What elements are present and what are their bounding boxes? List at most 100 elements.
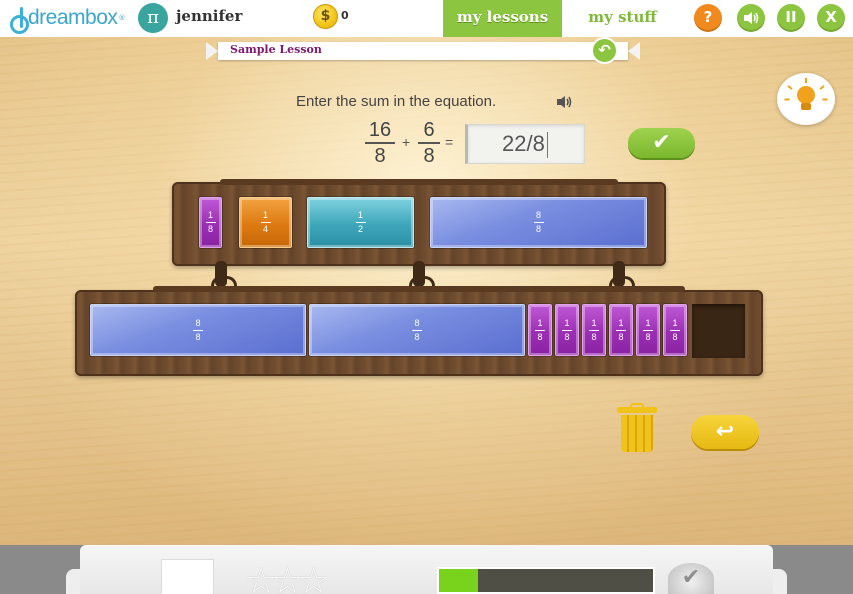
tile-denominator: 8	[591, 331, 597, 342]
tile-numerator: 8	[195, 317, 201, 328]
trash-icon[interactable]	[617, 403, 657, 452]
tile-numerator: 1	[564, 317, 570, 328]
tile-denominator: 8	[645, 331, 651, 342]
speaker-icon[interactable]	[556, 95, 574, 109]
tile-denominator: 8	[535, 224, 541, 234]
fraction-tile-one-half[interactable]: 12	[307, 197, 414, 248]
help-button[interactable]: ?	[694, 4, 722, 32]
tab-my-lessons[interactable]: my lessons	[443, 0, 562, 37]
empty-slot	[692, 304, 745, 358]
check-answer-button[interactable]: ✔	[628, 128, 695, 158]
done-check-icon: ✔	[668, 563, 714, 594]
brand-trademark: ®	[118, 14, 126, 22]
tile-denominator: 2	[357, 224, 363, 234]
username: jennifer	[176, 7, 243, 25]
tile-numerator: 8	[535, 210, 541, 220]
tile-numerator: 8	[414, 317, 420, 328]
tile-bar	[535, 329, 545, 331]
equals-sign: =	[445, 134, 454, 150]
coin-count: 0	[341, 9, 349, 22]
tile-numerator: 1	[537, 317, 543, 328]
lesson-thumbnail	[161, 559, 214, 594]
placed-tile-one-eighth[interactable]: 18	[636, 304, 660, 356]
tile-bar	[193, 329, 203, 331]
tile-bar	[589, 329, 599, 331]
tile-bar	[260, 222, 271, 223]
tile-denominator: 8	[618, 331, 624, 342]
text-caret	[546, 132, 548, 159]
fraction-left: 16 8	[365, 119, 395, 167]
tile-bar	[412, 329, 422, 331]
tile-denominator: 8	[564, 331, 570, 342]
avatar-pi-icon[interactable]: π	[138, 3, 168, 33]
lesson-title-ribbon: Sample Lesson ↶	[218, 37, 628, 64]
fraction-bar	[365, 142, 395, 144]
placed-tile-one-eighth[interactable]: 18	[528, 304, 552, 356]
placed-tile-one-eighth[interactable]: 18	[609, 304, 633, 356]
lightbulb-base	[801, 103, 811, 110]
shelf-hook	[609, 261, 635, 289]
fraction-left-denominator: 8	[374, 144, 386, 167]
trash-lid	[617, 407, 657, 413]
lightbulb-ray	[819, 85, 825, 90]
tile-bar	[670, 329, 680, 331]
fraction-right-denominator: 8	[423, 144, 435, 167]
tile-numerator: 1	[262, 210, 268, 220]
tile-numerator: 1	[357, 210, 363, 220]
tile-denominator: 8	[414, 331, 420, 342]
tile-numerator: 1	[207, 210, 213, 220]
tile-denominator: 4	[262, 224, 268, 234]
shelf-hook	[409, 261, 435, 289]
answer-input[interactable]: 22/8	[465, 124, 585, 164]
speaker-icon	[744, 12, 759, 24]
progress-bar	[437, 567, 655, 594]
fraction-right-numerator: 6	[423, 119, 435, 141]
lightbulb-ray	[822, 98, 828, 101]
fraction-tile-eight-eighths[interactable]: 88	[430, 197, 647, 248]
lesson-title: Sample Lesson	[230, 43, 322, 56]
lightbulb-ray	[784, 98, 790, 101]
close-button[interactable]: X	[817, 4, 845, 32]
top-bar: dreambox ® π jennifer $ 0 my lessons my …	[0, 0, 853, 37]
tile-bar	[533, 222, 544, 223]
pause-button[interactable]: II	[777, 4, 805, 32]
tile-bar	[355, 222, 366, 223]
coin-icon: $	[313, 4, 338, 29]
bottom-bar: ☆☆☆ ✔	[0, 545, 853, 594]
tile-numerator: 1	[618, 317, 624, 328]
fraction-right: 6 8	[418, 119, 440, 167]
tile-denominator: 8	[537, 331, 543, 342]
fraction-left-numerator: 16	[368, 119, 392, 141]
progress-bar-fill	[439, 569, 478, 592]
fraction-tile-one-quarter[interactable]: 14	[239, 197, 292, 248]
answer-value: 22/8	[502, 131, 545, 156]
dreambox-logo-icon	[10, 7, 29, 34]
dreambox-logo: dreambox ®	[10, 4, 126, 34]
placed-tile-eight-eighths[interactable]: 88	[90, 304, 306, 356]
sound-button[interactable]	[737, 4, 765, 32]
fraction-tile-one-eighth[interactable]: 18	[199, 197, 222, 248]
placed-tile-eight-eighths[interactable]: 88	[309, 304, 525, 356]
brand-name: dreambox	[28, 6, 118, 29]
placed-tile-one-eighth[interactable]: 18	[582, 304, 606, 356]
fraction-bar	[418, 142, 440, 144]
placed-tile-one-eighth[interactable]: 18	[555, 304, 579, 356]
star-rating-icon: ☆☆☆	[245, 561, 330, 594]
tab-my-stuff[interactable]: my stuff	[570, 0, 675, 37]
back-arrow-icon[interactable]: ↶	[591, 37, 618, 64]
hint-button[interactable]	[777, 73, 835, 125]
lesson-stage: Sample Lesson ↶ Enter the sum in the equ…	[0, 37, 853, 545]
plus-sign: +	[402, 134, 411, 150]
tile-denominator: 8	[195, 331, 201, 342]
tile-denominator: 8	[207, 224, 213, 234]
trash-can-body	[621, 415, 653, 452]
reset-button[interactable]: ↩	[691, 415, 759, 449]
tile-bar	[643, 329, 653, 331]
placed-tile-one-eighth[interactable]: 18	[663, 304, 687, 356]
tile-numerator: 1	[672, 317, 678, 328]
lightbulb-icon	[797, 86, 815, 104]
question-prompt: Enter the sum in the equation.	[296, 93, 497, 110]
lightbulb-ray	[787, 85, 793, 90]
tile-bar	[562, 329, 572, 331]
lightbulb-ray	[805, 78, 807, 83]
